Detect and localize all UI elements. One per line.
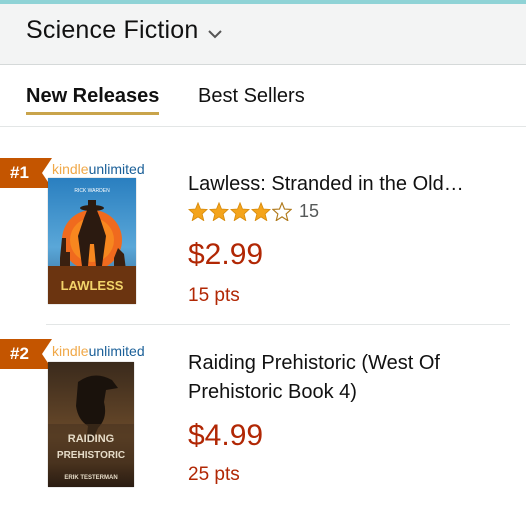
tab-label: Best Sellers [198, 85, 305, 107]
product-title[interactable]: Lawless: Stranded in the Old… [188, 170, 488, 199]
svg-text:RAIDING: RAIDING [68, 433, 114, 445]
svg-text:RICK WARDEN: RICK WARDEN [74, 188, 110, 194]
active-tab-underline [26, 112, 160, 115]
rank-badge: #1 [0, 158, 52, 188]
kindle-unlimited-logo: kindleunlimited [52, 161, 145, 177]
product-title[interactable]: Raiding Prehistoric (West Of Prehistoric… [188, 349, 488, 407]
list-item[interactable]: #2 kindleunlimited RAIDING PREHISTORIC E… [0, 325, 526, 512]
price: $2.99 [188, 238, 264, 271]
list-item[interactable]: #1 kindleunlimited LAWLESS RICK WARDEN L [0, 128, 526, 324]
review-count: 15 [299, 201, 320, 221]
book-cover[interactable]: RAIDING PREHISTORIC ERIK TESTERMAN [48, 362, 134, 487]
star-full-icon [230, 202, 250, 221]
tab-new-releases[interactable]: New Releases [26, 85, 160, 115]
star-rating[interactable]: 15 [188, 201, 319, 222]
tab-best-sellers[interactable]: Best Sellers [198, 85, 305, 108]
tab-label: New Releases [26, 85, 160, 107]
category-label: Science Fiction [26, 16, 199, 44]
points: 15 pts [188, 285, 240, 306]
star-full-icon [188, 202, 208, 221]
svg-text:ERIK TESTERMAN: ERIK TESTERMAN [64, 475, 117, 481]
points: 25 pts [188, 464, 240, 485]
rank-badge: #2 [0, 339, 52, 369]
price: $4.99 [188, 419, 264, 452]
star-full-icon [209, 202, 229, 221]
svg-text:PREHISTORIC: PREHISTORIC [57, 450, 125, 461]
category-header: Science Fiction [0, 4, 526, 65]
category-dropdown[interactable]: Science Fiction [26, 14, 223, 47]
tab-bar: New Releases Best Sellers [0, 65, 526, 127]
chevron-down-icon [207, 18, 223, 47]
kindle-unlimited-logo: kindleunlimited [52, 343, 145, 359]
svg-text:LAWLESS: LAWLESS [61, 278, 124, 293]
star-empty-icon [272, 202, 292, 221]
star-full-icon [251, 202, 271, 221]
book-cover[interactable]: LAWLESS RICK WARDEN [48, 178, 136, 304]
